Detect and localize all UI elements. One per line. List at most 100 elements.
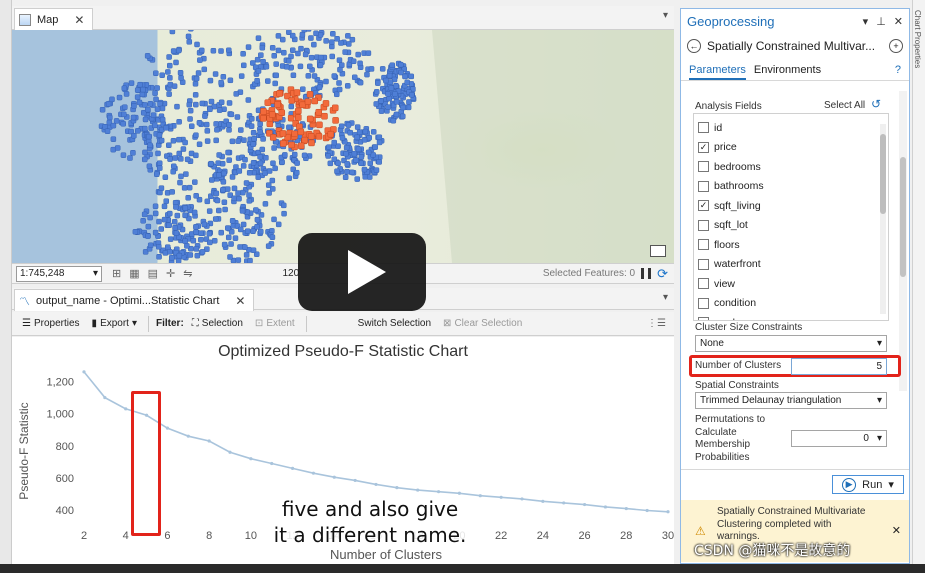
- map-point: [392, 91, 398, 97]
- pause-icon[interactable]: [641, 268, 652, 279]
- crosshair-icon[interactable]: ✛: [166, 267, 175, 280]
- video-play-button[interactable]: [298, 233, 426, 311]
- field-item[interactable]: ✓ sqft_living: [698, 196, 764, 216]
- map-point: [204, 138, 211, 144]
- help-icon[interactable]: ?: [895, 64, 901, 80]
- chevron-down-icon[interactable]: ▾: [663, 292, 668, 303]
- map-point: [275, 33, 282, 39]
- map-point: [171, 163, 177, 170]
- flip-icon[interactable]: ⇋: [183, 267, 192, 280]
- analysis-fields-list: id ✓ price bedrooms bathrooms ✓ sqft_living sqf…: [693, 113, 889, 321]
- field-checkbox[interactable]: [698, 317, 709, 320]
- pane-scroll-thumb[interactable]: [900, 157, 906, 277]
- field-checkbox[interactable]: [698, 180, 709, 192]
- data-point: [311, 471, 316, 475]
- field-item[interactable]: ✓ price: [698, 138, 764, 158]
- map-point: [201, 66, 208, 73]
- map-point: [307, 63, 313, 70]
- menu-icon[interactable]: ⋮☰: [647, 318, 666, 329]
- field-item[interactable]: floors: [698, 235, 764, 255]
- clear-selection-button[interactable]: ⊠ Clear Selection: [439, 316, 526, 331]
- data-point: [541, 499, 545, 503]
- back-icon[interactable]: ←: [687, 39, 701, 53]
- chevron-down-icon[interactable]: ▾: [863, 15, 869, 28]
- filter-extent-button[interactable]: ⊡ Extent: [251, 316, 299, 331]
- field-item[interactable]: sqft_lot: [698, 216, 764, 236]
- y-axis-label: Pseudo-F Statistic: [17, 402, 31, 499]
- fields-scrollbar[interactable]: [880, 124, 886, 314]
- grid-icon[interactable]: ⊞: [112, 267, 121, 280]
- field-checkbox[interactable]: ✓: [698, 141, 709, 153]
- map-point: [184, 243, 190, 249]
- field-checkbox[interactable]: [698, 297, 709, 309]
- close-icon[interactable]: ✕: [894, 15, 903, 28]
- map-view[interactable]: [12, 30, 674, 263]
- field-item[interactable]: waterfront: [698, 255, 764, 275]
- close-icon[interactable]: ✕: [235, 294, 245, 308]
- map-point: [263, 63, 270, 70]
- map-point: [301, 30, 307, 33]
- rotation-value[interactable]: 120: [282, 268, 299, 279]
- map-point: [182, 238, 188, 244]
- field-item[interactable]: bathrooms: [698, 177, 764, 197]
- chevron-down-icon[interactable]: ▾: [663, 10, 668, 21]
- map-point: [343, 144, 350, 151]
- map-point: [323, 78, 329, 85]
- properties-button[interactable]: ☰ Properties: [18, 316, 84, 331]
- tab-parameters[interactable]: Parameters: [689, 64, 746, 80]
- export-button[interactable]: ▮ Export ▾: [88, 316, 141, 331]
- reset-icon[interactable]: ↺: [871, 97, 881, 111]
- map-point: [121, 85, 128, 92]
- switch-selection-button[interactable]: Switch Selection: [354, 316, 435, 331]
- close-icon[interactable]: ✕: [892, 524, 901, 537]
- add-icon[interactable]: +: [889, 39, 903, 53]
- run-button[interactable]: ▶ Run ▾: [832, 475, 904, 494]
- field-checkbox[interactable]: [698, 239, 709, 251]
- field-item[interactable]: view: [698, 274, 764, 294]
- field-checkbox[interactable]: [698, 219, 709, 231]
- cluster-size-dropdown[interactable]: None ▾: [695, 335, 887, 352]
- field-item[interactable]: grade: [698, 313, 764, 320]
- field-checkbox[interactable]: ✓: [698, 200, 709, 212]
- map-point: [385, 104, 391, 110]
- spatial-constraints-dropdown[interactable]: Trimmed Delaunay triangulation ▾: [695, 392, 887, 409]
- map-point: [216, 172, 222, 178]
- num-clusters-input[interactable]: 5: [791, 358, 887, 375]
- scale-dropdown[interactable]: 1:745,248 ▾: [16, 265, 102, 282]
- field-item[interactable]: bedrooms: [698, 157, 764, 177]
- map-point: [166, 91, 172, 97]
- tab-chart[interactable]: 〽 output_name - Optimi...Statistic Chart…: [14, 289, 255, 311]
- comment-icon[interactable]: [650, 245, 666, 257]
- field-checkbox[interactable]: [698, 122, 709, 134]
- filter-selection-button[interactable]: ⛶ Selection: [188, 316, 247, 331]
- table-icon[interactable]: ▦: [129, 267, 139, 280]
- permutations-dropdown[interactable]: 0 ▾: [791, 430, 887, 447]
- map-point: [294, 160, 300, 166]
- data-point: [249, 457, 253, 461]
- map-point: [169, 254, 175, 261]
- layout-icon[interactable]: ▤: [148, 267, 158, 280]
- pane-scrollbar[interactable]: [899, 91, 907, 391]
- refresh-icon[interactable]: ⟳: [657, 266, 668, 282]
- field-item[interactable]: condition: [698, 294, 764, 314]
- tab-environments[interactable]: Environments: [754, 64, 821, 80]
- field-item[interactable]: id: [698, 118, 764, 138]
- map-point: [368, 66, 375, 72]
- map-point: [266, 168, 273, 174]
- data-point: [332, 475, 336, 479]
- field-checkbox[interactable]: [698, 161, 709, 173]
- tab-map[interactable]: Map ✕: [14, 8, 94, 30]
- field-checkbox[interactable]: [698, 278, 709, 290]
- map-point: [386, 72, 393, 79]
- map-point: [272, 80, 278, 87]
- chart-properties-side-tab[interactable]: Chart Properties: [913, 10, 922, 68]
- field-checkbox[interactable]: [698, 258, 709, 270]
- map-point: [317, 32, 324, 38]
- select-all-link[interactable]: Select All: [824, 100, 865, 111]
- close-icon[interactable]: ✕: [74, 13, 84, 27]
- pin-icon[interactable]: ⊥: [876, 15, 886, 28]
- map-point: [186, 184, 193, 191]
- map-point: [343, 150, 349, 157]
- map-point: [338, 123, 345, 130]
- map-point: [213, 190, 220, 197]
